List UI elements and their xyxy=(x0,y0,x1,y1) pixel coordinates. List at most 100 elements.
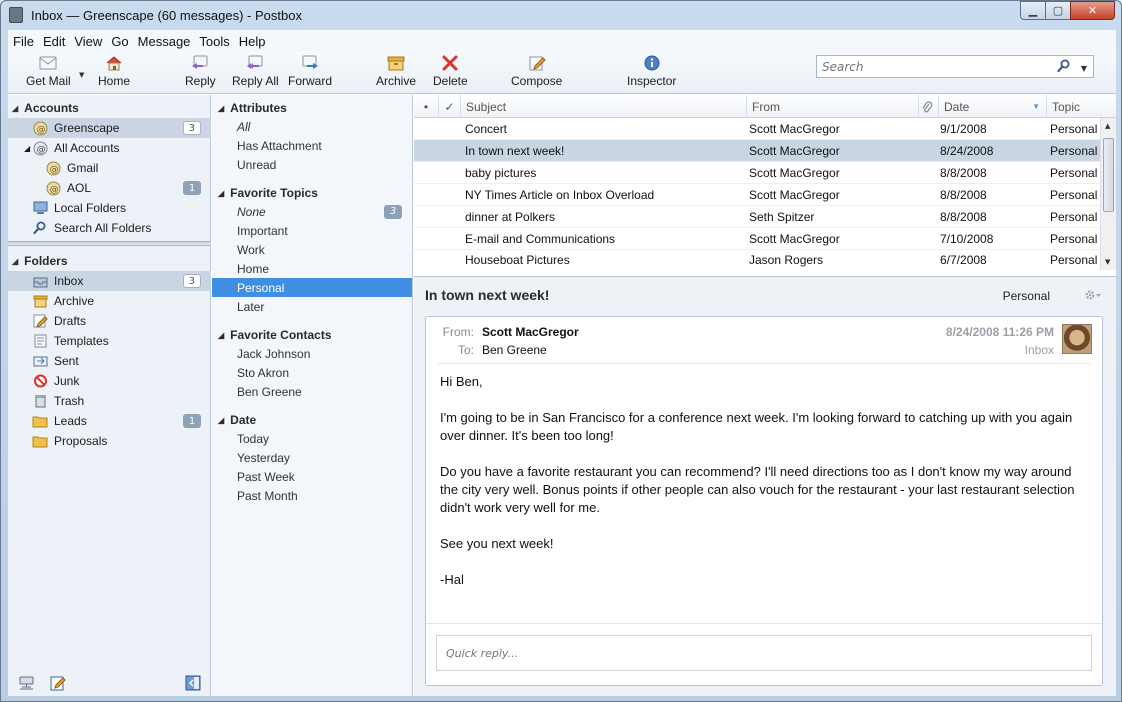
close-button[interactable]: ✕ xyxy=(1070,1,1115,20)
attachment-column-paperclip-icon[interactable] xyxy=(918,95,938,118)
sender-name[interactable]: Scott MacGregor xyxy=(482,325,579,339)
topic-later[interactable]: Later xyxy=(212,297,412,316)
folder-leads[interactable]: Leads 1 xyxy=(8,411,211,431)
collapse-triangle-icon[interactable]: ◢ xyxy=(218,104,224,113)
folder-inbox[interactable]: Inbox 3 xyxy=(8,271,211,291)
menu-file[interactable]: File xyxy=(13,34,34,49)
folder-sent[interactable]: Sent xyxy=(8,351,211,371)
folder-proposals[interactable]: Proposals xyxy=(8,431,211,451)
get-mail-button[interactable]: Get Mail xyxy=(26,54,71,88)
account-greenscape[interactable]: @ Greenscape 3 xyxy=(8,118,211,138)
menu-bar: File Edit View Go Message Tools Help xyxy=(8,30,1116,52)
message-subject: Houseboat Pictures xyxy=(465,253,570,267)
contact-ben-greene[interactable]: Ben Greene xyxy=(212,382,412,401)
folder-junk[interactable]: Junk xyxy=(8,371,211,391)
delete-button[interactable]: Delete xyxy=(433,54,468,88)
tasks-notepad-icon[interactable] xyxy=(50,675,66,694)
date-past-week[interactable]: Past Week xyxy=(212,467,412,486)
archive-button[interactable]: Archive xyxy=(376,54,416,88)
contact-sto-akron[interactable]: Sto Akron xyxy=(212,363,412,382)
search-icon[interactable] xyxy=(1057,59,1071,76)
title-bar[interactable]: Inbox — Greenscape (60 messages) - Postb… xyxy=(1,1,1121,29)
compose-button[interactable]: Compose xyxy=(511,54,562,88)
topic-home[interactable]: Home xyxy=(212,259,412,278)
message-row[interactable]: Concert Scott MacGregor 9/1/2008 Persona… xyxy=(414,118,1106,140)
date-header[interactable]: ◢ Date xyxy=(212,410,412,430)
collapse-triangle-icon[interactable]: ◢ xyxy=(218,189,224,198)
contact-jack-johnson[interactable]: Jack Johnson xyxy=(212,344,412,363)
account-gmail[interactable]: @ Gmail xyxy=(8,158,211,178)
folder-archive[interactable]: Archive xyxy=(8,291,211,311)
reply-all-button[interactable]: Reply All xyxy=(232,54,279,88)
menu-view[interactable]: View xyxy=(74,34,102,49)
offline-status-icon[interactable] xyxy=(18,675,35,694)
folders-section-header[interactable]: ◢ Folders xyxy=(8,251,211,271)
message-row[interactable]: NY Times Article on Inbox Overload Scott… xyxy=(414,184,1106,206)
filter-unread[interactable]: Unread xyxy=(212,155,412,174)
message-row[interactable]: Houseboat Pictures Jason Rogers 6/7/2008… xyxy=(414,250,1106,270)
body-paragraph: Hi Ben, xyxy=(440,374,483,389)
home-button[interactable]: Home xyxy=(98,54,130,88)
get-mail-dropdown-icon[interactable]: ▼ xyxy=(79,71,84,79)
message-row[interactable]: dinner at Polkers Seth Spitzer 8/8/2008 … xyxy=(414,206,1106,228)
expand-triangle-icon[interactable]: ◢ xyxy=(24,144,30,153)
topic-important[interactable]: Important xyxy=(212,221,412,240)
inspector-button[interactable]: Inspector xyxy=(627,54,676,88)
column-date[interactable]: Date ▼ xyxy=(938,95,1046,118)
search-input[interactable] xyxy=(817,56,1047,77)
body-paragraph: I'm going to be in San Francisco for a c… xyxy=(440,410,1073,443)
menu-help[interactable]: Help xyxy=(239,34,266,49)
minimize-button[interactable]: ▁ xyxy=(1020,1,1046,20)
maximize-button[interactable]: ▢ xyxy=(1045,1,1071,20)
folder-templates[interactable]: Templates xyxy=(8,331,211,351)
forward-button[interactable]: Forward xyxy=(288,54,332,88)
collapse-triangle-icon[interactable]: ◢ xyxy=(12,104,18,113)
message-topic-label[interactable]: Personal xyxy=(1003,289,1050,303)
accounts-section-header[interactable]: ◢ Accounts xyxy=(8,98,211,118)
scroll-down-arrow-icon[interactable]: ▼ xyxy=(1105,258,1110,266)
date-past-month[interactable]: Past Month xyxy=(212,486,412,505)
topic-work[interactable]: Work xyxy=(212,240,412,259)
search-all-folders[interactable]: Search All Folders xyxy=(8,218,211,238)
reply-button[interactable]: Reply xyxy=(185,54,216,88)
message-list-scrollbar[interactable]: ▲ ▼ xyxy=(1100,118,1116,270)
filter-has-attachment[interactable]: Has Attachment xyxy=(212,136,412,155)
favorite-contacts-header[interactable]: ◢ Favorite Contacts xyxy=(212,325,412,345)
date-today[interactable]: Today xyxy=(212,429,412,448)
search-dropdown-icon[interactable]: ▼ xyxy=(1081,64,1087,73)
topic-none[interactable]: None 3 xyxy=(212,202,412,221)
folder-trash[interactable]: Trash xyxy=(8,391,211,411)
menu-go[interactable]: Go xyxy=(111,34,128,49)
recipient-name[interactable]: Ben Greene xyxy=(482,343,547,357)
quick-reply-input[interactable] xyxy=(437,636,1091,670)
topic-personal[interactable]: Personal xyxy=(212,278,412,297)
filter-all[interactable]: All xyxy=(212,117,412,136)
account-aol[interactable]: @ AOL 1 xyxy=(8,178,211,198)
folder-drafts[interactable]: Drafts xyxy=(8,311,211,331)
menu-edit[interactable]: Edit xyxy=(43,34,65,49)
message-row[interactable]: baby pictures Scott MacGregor 8/8/2008 P… xyxy=(414,162,1106,184)
local-folders[interactable]: Local Folders xyxy=(8,198,211,218)
attributes-header[interactable]: ◢ Attributes xyxy=(212,98,412,118)
checkmark-column-icon[interactable]: ✓ xyxy=(438,95,460,118)
menu-message[interactable]: Message xyxy=(138,34,191,49)
collapse-triangle-icon[interactable]: ◢ xyxy=(218,416,224,425)
message-row-selected[interactable]: In town next week! Scott MacGregor 8/24/… xyxy=(414,140,1106,162)
date-yesterday[interactable]: Yesterday xyxy=(212,448,412,467)
column-from[interactable]: From xyxy=(746,95,918,118)
column-topic[interactable]: Topic xyxy=(1046,95,1116,118)
read-status-column-icon[interactable]: • xyxy=(414,95,438,118)
favorite-topics-header[interactable]: ◢ Favorite Topics xyxy=(212,183,412,203)
toggle-pane-icon[interactable] xyxy=(185,675,201,694)
menu-tools[interactable]: Tools xyxy=(199,34,229,49)
collapse-triangle-icon[interactable]: ◢ xyxy=(12,257,18,266)
account-all-accounts[interactable]: ◢ @ All Accounts xyxy=(8,138,211,158)
collapse-triangle-icon[interactable]: ◢ xyxy=(218,331,224,340)
message-row[interactable]: E-mail and Communications Scott MacGrego… xyxy=(414,228,1106,250)
scrollbar-thumb[interactable] xyxy=(1103,138,1114,212)
sidebar-splitter[interactable] xyxy=(8,241,211,246)
scroll-up-arrow-icon[interactable]: ▲ xyxy=(1105,122,1110,130)
gear-icon[interactable] xyxy=(1084,289,1102,304)
unread-count-badge: 3 xyxy=(182,274,201,288)
column-subject[interactable]: Subject xyxy=(460,95,746,118)
